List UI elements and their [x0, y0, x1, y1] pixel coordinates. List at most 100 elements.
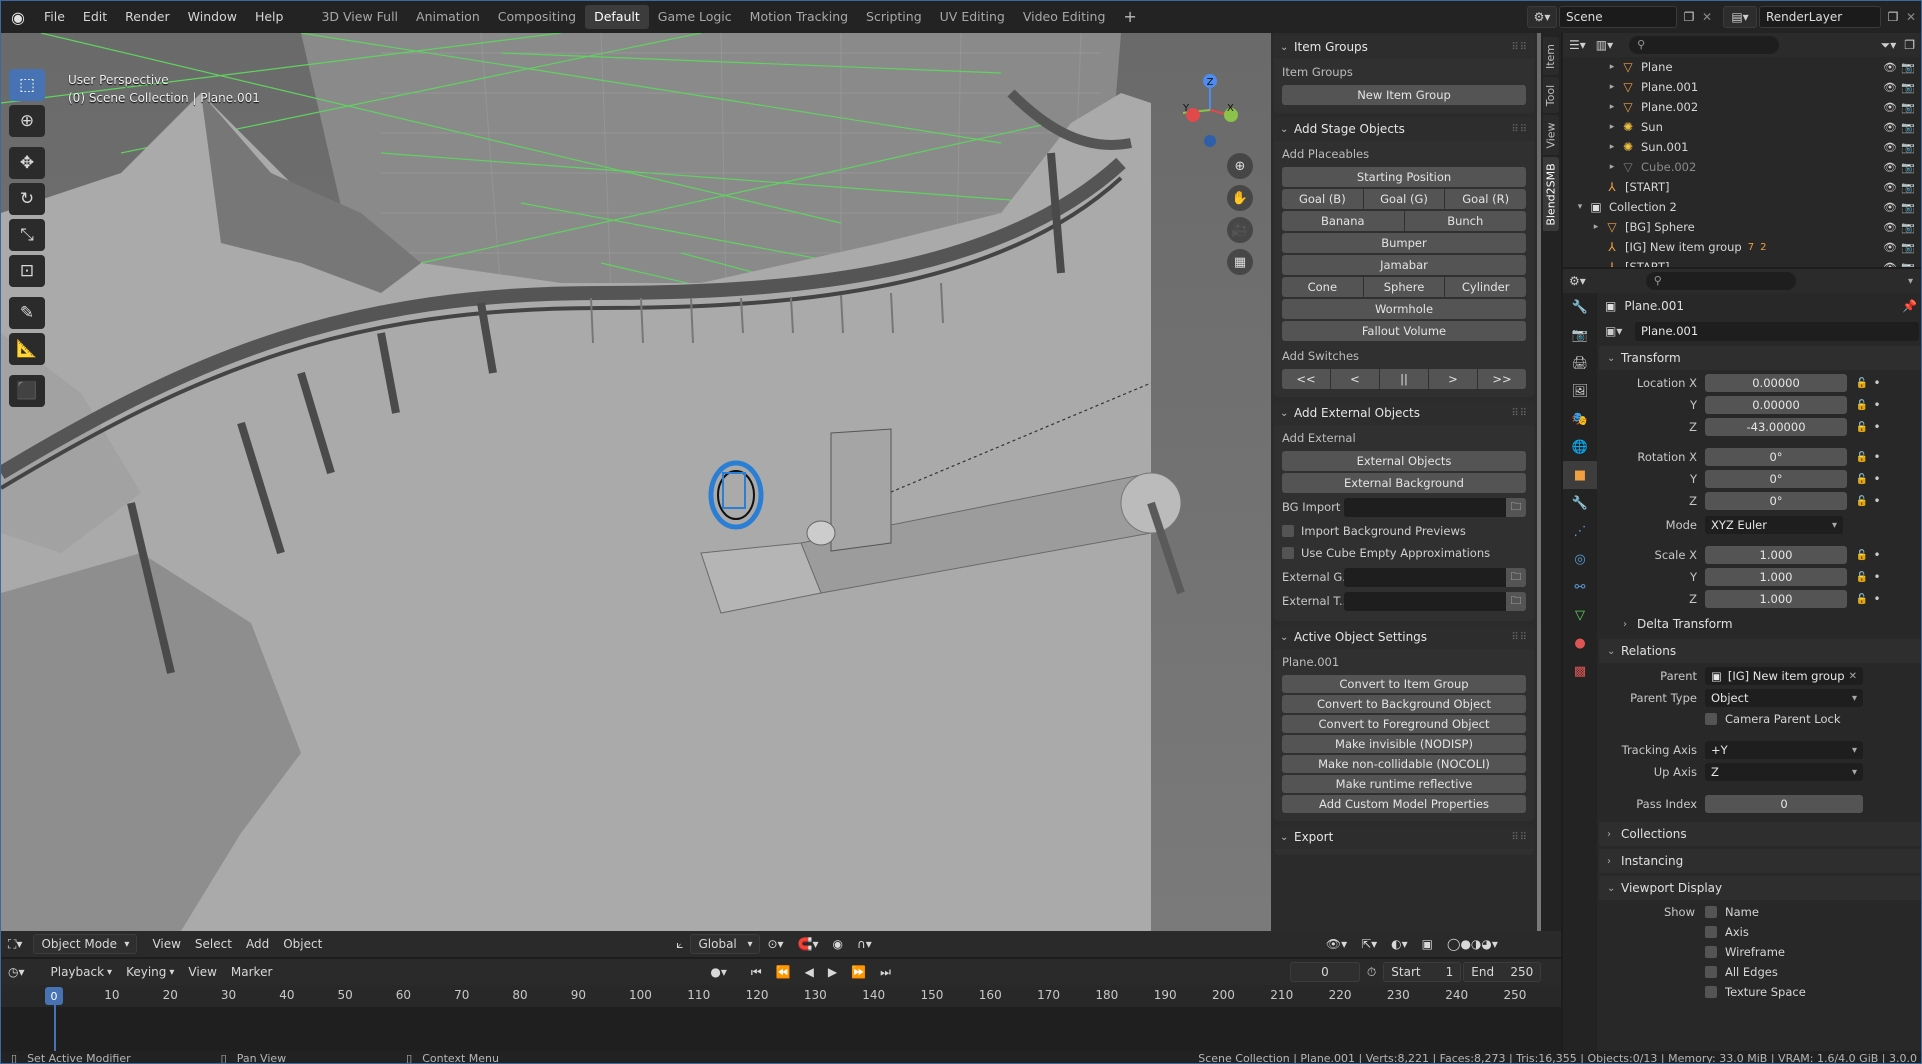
menu-file[interactable]: File [35, 1, 74, 33]
render-camera-icon[interactable]: 📷 [1901, 241, 1915, 254]
visibility-eye-icon[interactable]: 👁 [1883, 221, 1897, 234]
keyframe-dot-icon[interactable]: • [1871, 570, 1883, 584]
outliner-row[interactable]: ▸ ▽ [BG] Sphere 👁 📷 [1563, 217, 1921, 237]
active-object-settings-header[interactable]: ⌄ Active Object Settings ⠿⠿ [1274, 625, 1534, 649]
outliner-row[interactable]: ▸ ▽ Plane.001 👁 📷 [1563, 77, 1921, 97]
scene-name-field[interactable]: Scene [1559, 6, 1677, 28]
item-groups-header[interactable]: ⌄ Item Groups ⠿⠿ [1274, 35, 1534, 59]
render-camera-icon[interactable]: 📷 [1901, 261, 1915, 268]
lock-icon[interactable]: 🔓 [1853, 496, 1871, 507]
sphere-button[interactable]: Sphere [1363, 277, 1445, 297]
tab-compositing[interactable]: Compositing [489, 5, 585, 29]
keyframe-dot-icon[interactable]: • [1871, 592, 1883, 606]
keyframe-dot-icon[interactable]: • [1871, 420, 1883, 434]
preview-range-icon[interactable]: ⏱ [1360, 962, 1383, 982]
lock-icon[interactable]: 🔓 [1853, 550, 1871, 561]
render-camera-icon[interactable]: 📷 [1901, 141, 1915, 154]
show-wireframe-checkbox[interactable] [1705, 946, 1717, 958]
show-name-checkbox[interactable] [1705, 906, 1717, 918]
outliner-row[interactable]: ▾ ▣ Collection 2 👁 📷 [1563, 197, 1921, 217]
chevron-down-icon[interactable]: ▾ [1908, 276, 1913, 287]
menu-view[interactable]: View [145, 934, 187, 954]
goal-blue-button[interactable]: Goal (B) [1282, 189, 1363, 209]
checkbox-box[interactable] [1282, 525, 1294, 537]
menu-keying[interactable]: Keying ▾ [119, 962, 181, 982]
new-scene-icon[interactable]: ❐ [1679, 6, 1699, 28]
bumper-button[interactable]: Bumper [1282, 233, 1526, 253]
annotate-tool-icon[interactable]: ✎ [9, 297, 45, 329]
object-type-icon[interactable]: ▣▾ [1605, 324, 1627, 338]
visibility-eye-icon[interactable]: 👁 [1883, 101, 1897, 114]
particles-properties-icon[interactable]: ⋰ [1563, 517, 1597, 545]
lock-icon[interactable]: 🔓 [1853, 400, 1871, 411]
lock-icon[interactable]: 🔓 [1853, 452, 1871, 463]
visibility-eye-icon[interactable]: 👁 [1883, 81, 1897, 94]
location-x-field[interactable]: 0.00000 [1705, 374, 1847, 392]
scene-selector-icon[interactable]: ⚙▾ [1527, 6, 1557, 28]
object-properties-icon[interactable]: ■ [1563, 461, 1597, 489]
visibility-eye-icon[interactable]: 👁 [1883, 121, 1897, 134]
physics-properties-icon[interactable]: ◎ [1563, 545, 1597, 573]
visibility-eye-icon[interactable]: 👁 [1883, 161, 1897, 174]
visibility-eye-icon[interactable]: 👁 [1883, 61, 1897, 74]
menu-playback[interactable]: Playback ▾ [44, 962, 120, 982]
relations-section-header[interactable]: ⌄ Relations [1599, 639, 1921, 663]
data-properties-icon[interactable]: ▽ [1563, 601, 1597, 629]
play-icon[interactable]: ▶ [821, 962, 844, 982]
next-keyframe-icon[interactable]: ⏩ [844, 962, 873, 982]
outliner-row[interactable]: ▸ ▽ Plane 👁 📷 [1563, 57, 1921, 77]
shading-modes-icon[interactable]: ◯●◑◕▾ [1440, 934, 1505, 954]
rotation-mode-dropdown[interactable]: XYZ Euler ▾ [1705, 516, 1843, 534]
outliner-row[interactable]: ▸ ✺ Sun.001 👁 📷 [1563, 137, 1921, 157]
transform-tool-icon[interactable]: ⊡ [9, 255, 45, 287]
expand-right-icon[interactable]: ▸ [1605, 82, 1619, 92]
lock-icon[interactable]: 🔓 [1853, 572, 1871, 583]
tab-item[interactable]: Item [1543, 37, 1559, 75]
show-texture-space-checkbox[interactable] [1705, 986, 1717, 998]
parent-field[interactable]: ▣ [IG] New item group ✕ [1705, 667, 1863, 685]
render-camera-icon[interactable]: 📷 [1901, 61, 1915, 74]
wormhole-button[interactable]: Wormhole [1282, 299, 1526, 319]
tab-blend2smb[interactable]: Blend2SMB [1543, 157, 1559, 231]
tracking-axis-dropdown[interactable]: +Y ▾ [1705, 741, 1863, 759]
scale-x-field[interactable]: 1.000 [1705, 546, 1847, 564]
render-camera-icon[interactable]: 📷 [1901, 201, 1915, 214]
new-item-group-button[interactable]: New Item Group [1282, 85, 1526, 105]
outliner-row[interactable]: ▸ ▽ Cube.002 👁 📷 [1563, 157, 1921, 177]
render-properties-icon[interactable]: 📷 [1563, 321, 1597, 349]
folder-icon[interactable]: 🗀 [1506, 567, 1526, 587]
end-frame-field[interactable]: End 250 [1463, 962, 1542, 982]
folder-icon[interactable]: 🗀 [1506, 497, 1526, 517]
delete-scene-icon[interactable]: ✕ [1699, 6, 1715, 28]
show-all-edges-checkbox[interactable] [1705, 966, 1717, 978]
lock-icon[interactable]: 🔓 [1853, 474, 1871, 485]
lock-icon[interactable]: 🔓 [1853, 378, 1871, 389]
proportional-edit-icon[interactable]: ◉ [826, 934, 850, 954]
modifier-properties-icon[interactable]: 🔧 [1563, 489, 1597, 517]
menu-edit[interactable]: Edit [74, 1, 116, 33]
gizmo-toggle-icon[interactable]: ⇱▾ [1354, 934, 1384, 954]
jump-start-icon[interactable]: ⏮ [744, 962, 769, 982]
expand-right-icon[interactable]: ▸ [1605, 142, 1619, 152]
tab-scripting[interactable]: Scripting [857, 5, 931, 29]
visibility-eye-icon[interactable]: 👁 [1883, 201, 1897, 214]
folder-icon[interactable]: 🗀 [1506, 591, 1526, 611]
move-tool-icon[interactable]: ✥ [9, 147, 45, 179]
rotation-z-field[interactable]: 0° [1705, 492, 1847, 510]
starting-position-button[interactable]: Starting Position [1282, 167, 1526, 187]
keyframe-dot-icon[interactable]: • [1871, 548, 1883, 562]
pan-hand-icon[interactable]: ✋ [1227, 185, 1253, 211]
child-count-badge[interactable]: 7 [1748, 242, 1754, 253]
switch-fast-forward-button[interactable]: >> [1478, 369, 1526, 389]
menu-help[interactable]: Help [246, 1, 293, 33]
outliner-row[interactable]: ▸ ▽ Plane.002 👁 📷 [1563, 97, 1921, 117]
zoom-icon[interactable]: ⊕ [1227, 153, 1253, 179]
filter-icon[interactable]: ⏷▾ [1881, 38, 1897, 53]
orientation-icon[interactable]: ⟀ [669, 934, 690, 954]
snap-icon[interactable]: 🧲▾ [791, 934, 826, 954]
jamabar-button[interactable]: Jamabar [1282, 255, 1526, 275]
select-box-tool-icon[interactable]: ⬚ [9, 69, 45, 101]
export-header[interactable]: ⌄ Export ⠿⠿ [1274, 825, 1534, 849]
tab-game-logic[interactable]: Game Logic [649, 5, 741, 29]
expand-right-icon[interactable]: ▸ [1605, 62, 1619, 72]
